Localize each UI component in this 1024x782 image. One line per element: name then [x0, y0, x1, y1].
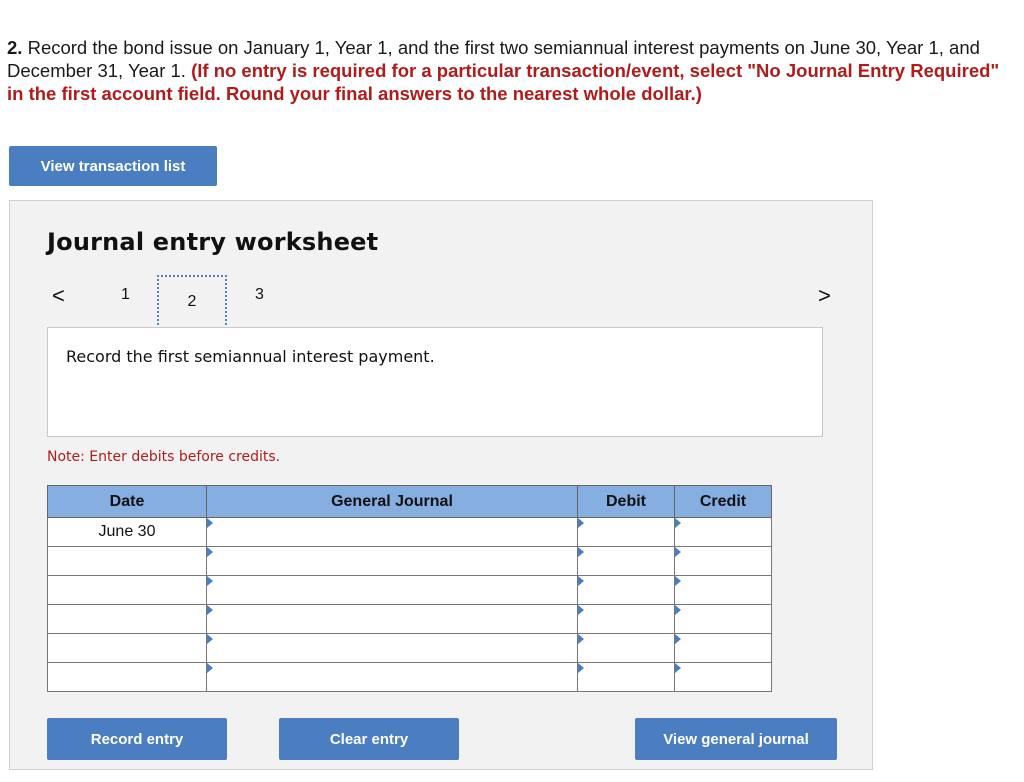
note-text: Note: Enter debits before credits. — [47, 449, 281, 465]
question-text: 2. Record the bond issue on January 1, Y… — [7, 36, 1012, 105]
date-cell[interactable] — [47, 662, 207, 692]
journal-entry-worksheet: Journal entry worksheet < 1 2 3 > Record… — [9, 200, 873, 770]
header-debit: Debit — [577, 485, 675, 518]
prompt-text: Record the first semiannual interest pay… — [66, 347, 435, 366]
view-transaction-list-button[interactable]: View transaction list — [9, 146, 217, 186]
prompt-box: Record the first semiannual interest pay… — [47, 327, 823, 437]
credit-cell[interactable] — [674, 633, 772, 663]
table-row — [47, 604, 772, 634]
account-cell[interactable] — [206, 662, 578, 692]
journal-header-row: Date General Journal Debit Credit — [47, 485, 772, 518]
credit-cell[interactable] — [674, 662, 772, 692]
credit-cell[interactable] — [674, 517, 772, 547]
date-cell[interactable] — [47, 633, 207, 663]
table-row — [47, 662, 772, 692]
journal-table: Date General Journal Debit Credit June 3… — [47, 485, 772, 692]
account-input[interactable] — [207, 634, 577, 662]
table-row — [47, 546, 772, 576]
debit-cell[interactable] — [577, 546, 675, 576]
date-cell[interactable] — [47, 575, 207, 605]
header-credit: Credit — [674, 485, 772, 518]
date-cell[interactable] — [47, 604, 207, 634]
credit-input[interactable] — [675, 576, 771, 604]
debit-cell[interactable] — [577, 517, 675, 547]
header-date: Date — [47, 485, 207, 518]
page-tab-2-label: 2 — [187, 293, 197, 310]
account-cell[interactable] — [206, 546, 578, 576]
debit-cell[interactable] — [577, 604, 675, 634]
page-tab-1[interactable]: 1 — [121, 286, 130, 304]
account-cell[interactable] — [206, 633, 578, 663]
chevron-right-icon[interactable]: > — [818, 283, 831, 309]
debit-input[interactable] — [578, 634, 674, 662]
debit-input[interactable] — [578, 518, 674, 546]
account-cell[interactable] — [206, 575, 578, 605]
debit-cell[interactable] — [577, 633, 675, 663]
table-row — [47, 633, 772, 663]
worksheet-title: Journal entry worksheet — [47, 228, 379, 256]
question-number: 2. — [7, 37, 23, 58]
page-tab-2[interactable]: 2 — [157, 275, 227, 329]
table-row: June 30 — [47, 517, 772, 547]
record-entry-button[interactable]: Record entry — [47, 718, 227, 760]
debit-cell[interactable] — [577, 575, 675, 605]
credit-input[interactable] — [675, 663, 771, 691]
account-input[interactable] — [207, 547, 577, 575]
view-general-journal-button[interactable]: View general journal — [635, 718, 837, 760]
debit-input[interactable] — [578, 663, 674, 691]
credit-cell[interactable] — [674, 604, 772, 634]
account-cell[interactable] — [206, 517, 578, 547]
credit-cell[interactable] — [674, 546, 772, 576]
debit-cell[interactable] — [577, 662, 675, 692]
credit-input[interactable] — [675, 634, 771, 662]
debit-input[interactable] — [578, 547, 674, 575]
header-general-journal: General Journal — [206, 485, 578, 518]
chevron-left-icon[interactable]: < — [52, 283, 65, 309]
credit-input[interactable] — [675, 605, 771, 633]
clear-entry-button[interactable]: Clear entry — [279, 718, 459, 760]
account-input[interactable] — [207, 518, 577, 546]
table-row — [47, 575, 772, 605]
debit-input[interactable] — [578, 576, 674, 604]
account-input[interactable] — [207, 663, 577, 691]
account-input[interactable] — [207, 576, 577, 604]
account-cell[interactable] — [206, 604, 578, 634]
date-cell[interactable] — [47, 546, 207, 576]
credit-input[interactable] — [675, 518, 771, 546]
debit-input[interactable] — [578, 605, 674, 633]
account-input[interactable] — [207, 605, 577, 633]
page-tab-3[interactable]: 3 — [255, 286, 264, 304]
date-cell: June 30 — [47, 517, 207, 547]
credit-cell[interactable] — [674, 575, 772, 605]
credit-input[interactable] — [675, 547, 771, 575]
